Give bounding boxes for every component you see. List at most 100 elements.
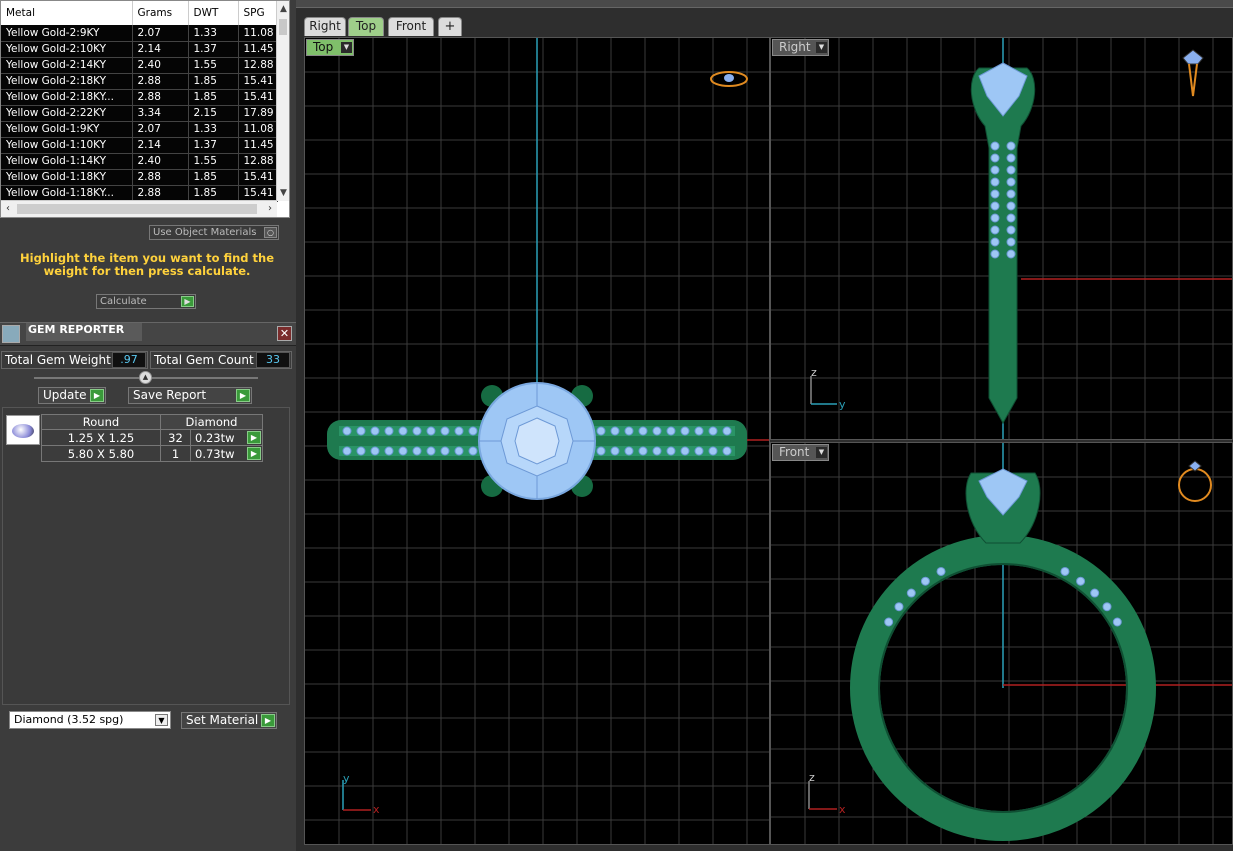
top-viewport-canvas[interactable]: y x <box>305 38 770 845</box>
table-row[interactable]: Yellow Gold-1:14KY 2.40 1.55 12.88 <box>1 153 278 170</box>
gem-count-text: 1 <box>171 446 180 461</box>
pave-stone <box>1006 237 1016 247</box>
metal-table-vscroll[interactable]: ▲ ▼ <box>276 1 289 201</box>
chevron-down-icon[interactable]: ▼ <box>816 42 827 53</box>
table-row[interactable]: Yellow Gold-1:10KY 2.14 1.37 11.45 <box>1 137 278 154</box>
pave-stone <box>1006 213 1016 223</box>
pave-stone <box>412 446 422 456</box>
front-viewport-canvas[interactable]: z x <box>771 443 1233 845</box>
table-cell: 2.88 <box>132 185 189 202</box>
scroll-down-icon[interactable]: ▼ <box>277 187 289 199</box>
save-report-label: Save Report <box>133 388 207 402</box>
chevron-down-icon[interactable]: ▼ <box>155 714 168 726</box>
update-button[interactable]: Update ▶ <box>38 387 106 404</box>
table-cell: 2.14 <box>132 41 189 58</box>
pave-stone <box>454 426 464 436</box>
pave-stone <box>1006 249 1016 259</box>
front-viewport-label[interactable]: Front ▼ <box>772 444 829 461</box>
calculate-button[interactable]: Calculate ▶ <box>96 294 196 309</box>
set-material-button[interactable]: Set Material ▶ <box>181 712 277 729</box>
top-viewport-label[interactable]: Top ▼ <box>306 39 354 56</box>
chevron-down-icon[interactable]: ▼ <box>816 447 827 458</box>
table-cell: 11.45 <box>238 137 278 154</box>
pave-stone <box>426 426 436 436</box>
radio-icon[interactable]: ○ <box>264 227 277 238</box>
add-tab-icon[interactable]: + <box>438 17 462 36</box>
pave-stone <box>1006 153 1016 163</box>
material-select[interactable]: Diamond (3.52 spg) ▼ <box>9 711 171 729</box>
metal-col-header[interactable]: DWT <box>188 1 239 25</box>
right-viewport-label[interactable]: Right ▼ <box>772 39 829 56</box>
scroll-left-icon[interactable]: ‹ <box>1 201 15 217</box>
gem-count: 32 <box>160 429 191 446</box>
metal-col-header[interactable]: SPG <box>238 1 278 25</box>
pave-stone <box>680 426 690 436</box>
table-row[interactable]: Yellow Gold-1:18KY 2.88 1.85 15.41 <box>1 169 278 186</box>
metal-weight-table[interactable]: Metal Grams DWT SPG Yellow Gold-2:9KY 2.07 1.… <box>0 0 290 218</box>
play-icon[interactable]: ▶ <box>261 714 275 727</box>
total-gem-weight-value: .97 <box>112 352 146 368</box>
scroll-right-icon[interactable]: › <box>263 201 277 217</box>
gem-reporter-title: GEM REPORTER <box>26 323 142 341</box>
gem-row[interactable]: 5.80 X 5.80 1 0.73tw ▶ <box>41 445 263 462</box>
table-cell: 11.08 <box>238 121 278 138</box>
top-viewport[interactable]: y x Top ▼ <box>304 37 770 845</box>
play-icon[interactable]: ▶ <box>247 431 261 444</box>
tab-top[interactable]: Top <box>348 17 384 36</box>
play-icon[interactable]: ▶ <box>247 447 261 460</box>
tab-right[interactable]: Right <box>304 17 346 36</box>
ring-side-view <box>970 62 1036 425</box>
center-diamond <box>478 382 596 500</box>
pave-stone <box>894 602 904 612</box>
metal-table-hscroll[interactable]: ‹ › <box>1 200 277 217</box>
pave-stone <box>384 426 394 436</box>
pave-stone <box>1102 602 1112 612</box>
play-icon[interactable]: ▶ <box>90 389 104 402</box>
table-row[interactable]: Yellow Gold-2:18KY... 2.88 1.85 15.41 <box>1 89 278 106</box>
axis-gizmo: z y <box>810 366 846 411</box>
table-row[interactable]: Yellow Gold-2:14KY 2.40 1.55 12.88 <box>1 57 278 74</box>
table-row[interactable]: Yellow Gold-2:9KY 2.07 1.33 11.08 <box>1 25 278 42</box>
gem-row[interactable]: 1.25 X 1.25 32 0.23tw ▶ <box>41 429 263 446</box>
table-row[interactable]: Yellow Gold-2:22KY 3.34 2.15 17.89 <box>1 105 278 122</box>
metal-col-header[interactable]: Metal <box>1 1 133 25</box>
scroll-thumb-h[interactable] <box>17 204 257 214</box>
pave-stone <box>596 426 606 436</box>
pave-stone <box>610 426 620 436</box>
right-viewport-label-text: Right <box>779 40 811 54</box>
gem-count: 1 <box>160 445 191 462</box>
right-viewport-canvas[interactable]: z y <box>771 38 1233 440</box>
table-cell: 15.41 <box>238 89 278 106</box>
table-row[interactable]: Yellow Gold-1:18KY... 2.88 1.85 15.41 <box>1 185 278 202</box>
table-row[interactable]: Yellow Gold-2:10KY 2.14 1.37 11.45 <box>1 41 278 58</box>
scroll-thumb[interactable] <box>279 19 287 35</box>
pave-stone <box>356 426 366 436</box>
pave-stone <box>412 426 422 436</box>
table-cell: 2.88 <box>132 89 189 106</box>
use-object-materials-toggle[interactable]: Use Object Materials ○ <box>149 225 279 240</box>
pave-stone <box>652 446 662 456</box>
table-cell: 1.85 <box>188 185 239 202</box>
pave-stone <box>624 446 634 456</box>
front-viewport[interactable]: z x Front ▼ <box>770 442 1233 845</box>
play-icon[interactable]: ▶ <box>236 389 250 402</box>
gem-shape-header: Round <box>41 414 161 430</box>
scroll-up-icon[interactable]: ▲ <box>277 3 289 15</box>
round-diamond-thumbnail[interactable] <box>6 415 40 445</box>
pave-stone <box>990 165 1000 175</box>
tab-front[interactable]: Front <box>388 17 434 36</box>
pave-stone <box>638 446 648 456</box>
pave-stone <box>990 249 1000 259</box>
gem-weight: 0.23tw ▶ <box>190 429 263 446</box>
table-row[interactable]: Yellow Gold-2:18KY 2.88 1.85 15.41 <box>1 73 278 90</box>
size-slider-knob[interactable]: ▲ <box>139 371 152 384</box>
play-icon[interactable]: ▶ <box>181 296 194 307</box>
save-report-button[interactable]: Save Report ▶ <box>128 387 252 404</box>
chevron-down-icon[interactable]: ▼ <box>341 42 352 53</box>
table-row[interactable]: Yellow Gold-1:9KY 2.07 1.33 11.08 <box>1 121 278 138</box>
table-cell: Yellow Gold-1:14KY <box>1 153 133 170</box>
right-viewport[interactable]: z y Right ▼ <box>770 37 1233 440</box>
close-icon[interactable]: ✕ <box>277 326 292 341</box>
metal-col-header[interactable]: Grams <box>132 1 189 25</box>
pave-stone <box>342 446 352 456</box>
